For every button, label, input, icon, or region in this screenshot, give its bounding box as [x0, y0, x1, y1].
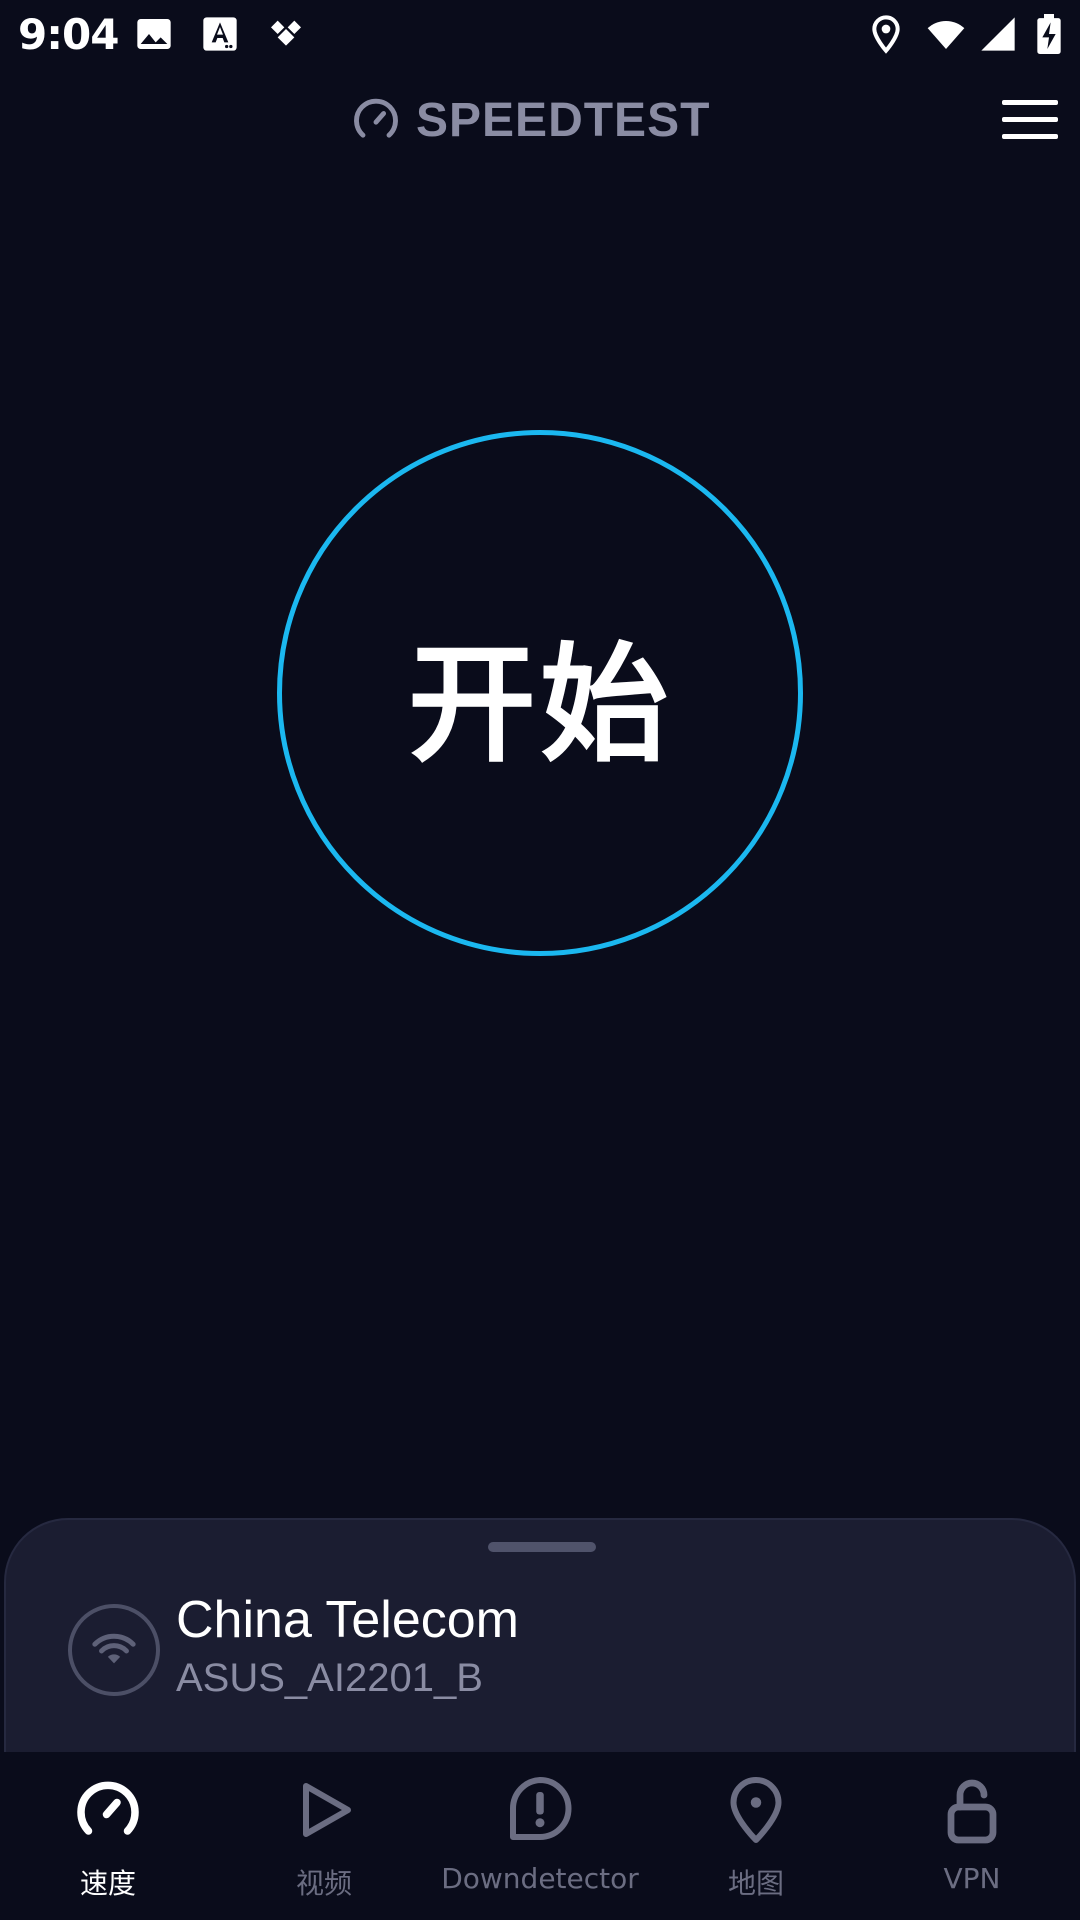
- bottom-navigation: 速度 视频 Downdetector 地图 VPN: [0, 1752, 1080, 1920]
- app-header: SPEEDTEST: [0, 80, 1080, 160]
- connection-wifi-badge: [68, 1604, 160, 1696]
- nav-item-video[interactable]: 视频: [216, 1752, 432, 1920]
- start-label: 开始: [407, 630, 672, 780]
- play-icon: [288, 1774, 360, 1846]
- sheet-drag-handle[interactable]: [488, 1542, 596, 1552]
- location-icon: [866, 14, 906, 54]
- status-bar: 9:04: [0, 0, 1080, 72]
- battery-charging-icon: [1034, 14, 1064, 54]
- nav-label-vpn: VPN: [943, 1862, 1001, 1895]
- signal-icon: [978, 14, 1018, 54]
- speedometer-icon: [350, 94, 402, 146]
- nav-item-downdetector[interactable]: Downdetector: [432, 1752, 648, 1920]
- nav-label-downdetector: Downdetector: [441, 1862, 639, 1895]
- image-icon: [134, 14, 174, 54]
- app-title: SPEEDTEST: [416, 93, 711, 147]
- status-time: 9:04: [18, 10, 119, 59]
- hamburger-menu-button[interactable]: [1002, 98, 1058, 142]
- connection-sheet[interactable]: China Telecom ASUS_AI2201_B: [4, 1518, 1076, 1778]
- wifi-icon: [922, 14, 970, 54]
- nav-label-video: 视频: [295, 1867, 352, 1900]
- unlock-icon: [936, 1774, 1008, 1846]
- speedometer-icon: [72, 1774, 144, 1846]
- nav-label-speed: 速度: [79, 1867, 136, 1900]
- provider-name: China Telecom: [176, 1591, 520, 1649]
- hamburger-menu-icon: [1002, 100, 1058, 105]
- nav-item-map[interactable]: 地图: [648, 1752, 864, 1920]
- wifi-icon: [92, 1633, 136, 1664]
- alert-bubble-icon: [504, 1774, 576, 1846]
- nav-label-map: 地图: [727, 1867, 784, 1900]
- speedtest-screen: 9:04 SPEEDTEST 开始 China Telecom ASUS_AI2…: [0, 0, 1080, 1920]
- diamond-app-icon: [266, 14, 306, 54]
- start-test-button[interactable]: 开始: [277, 430, 803, 956]
- nav-item-vpn[interactable]: VPN: [864, 1752, 1080, 1920]
- network-name: ASUS_AI2201_B: [176, 1656, 483, 1700]
- map-pin-icon: [720, 1774, 792, 1846]
- font-a-icon: [200, 14, 240, 54]
- speedtest-logo: SPEEDTEST: [350, 92, 710, 148]
- nav-item-speed[interactable]: 速度: [0, 1752, 216, 1920]
